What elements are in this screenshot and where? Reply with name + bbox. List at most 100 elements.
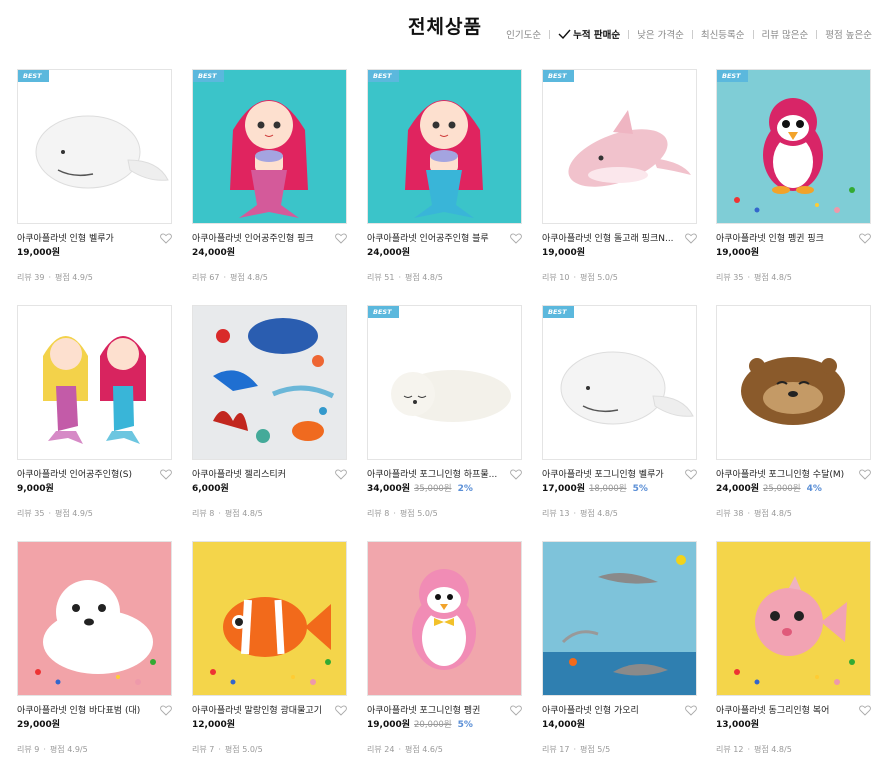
product-name[interactable]: 아쿠아플라넷 인형 가오리 xyxy=(542,705,678,717)
product-image[interactable] xyxy=(17,541,172,696)
heart-icon[interactable] xyxy=(859,233,871,244)
product-price: 19,000원 xyxy=(542,248,586,258)
heart-icon[interactable] xyxy=(685,233,697,244)
review-count: 9 xyxy=(34,745,40,754)
product-image[interactable] xyxy=(192,541,347,696)
heart-icon[interactable] xyxy=(685,469,697,480)
product-card[interactable]: BEST 아쿠아플라넷 인형 돌고래 핑크N... 19,000원리뷰 10 · 평점 … xyxy=(542,69,697,283)
review-count: 24 xyxy=(384,745,395,754)
product-card[interactable]: 아쿠아플라넷 인어공주인형(S) 9,000원 리뷰 35 · 평점 4.9/5 xyxy=(17,305,172,519)
best-badge: BEST xyxy=(193,70,224,82)
heart-icon[interactable] xyxy=(335,705,347,716)
sort-option[interactable]: 인기도순 xyxy=(506,27,541,41)
product-name[interactable]: 아쿠아플라넷 말랑인형 광대물고기 xyxy=(192,705,328,717)
product-name[interactable]: 아쿠아플라넷 인어공주인형 핑크 xyxy=(192,233,328,245)
price-row: 24,000원 25,000원 4% xyxy=(716,483,871,496)
product-image[interactable]: BEST xyxy=(192,69,347,224)
heart-icon[interactable] xyxy=(859,469,871,480)
heart-icon[interactable] xyxy=(160,705,172,716)
product-card[interactable]: BEST 아쿠아플라넷 인어공주인형 블루 24,000원 리뷰 51 · 평점 4.8/… xyxy=(367,69,522,283)
product-card[interactable]: 아쿠아플라넷 동그리인형 복어 13,000원 리뷰 12 · 평점 4.8/5 xyxy=(716,541,871,755)
price-row: 14,000원 xyxy=(542,719,697,732)
heart-icon[interactable] xyxy=(510,233,522,244)
heart-icon[interactable] xyxy=(335,469,347,480)
product-image[interactable]: BEST xyxy=(542,69,697,224)
product-card[interactable]: BEST 아쿠아플라넷 인형 벨루가 19,000원 리뷰 39 · 평점 4.9/5 xyxy=(17,69,172,283)
heart-icon[interactable] xyxy=(510,705,522,716)
review-count: 10 xyxy=(559,273,570,282)
product-image[interactable] xyxy=(192,305,347,460)
heart-icon[interactable] xyxy=(859,705,871,716)
product-image[interactable] xyxy=(716,305,871,460)
product-image[interactable]: BEST xyxy=(17,69,172,224)
sort-option[interactable]: 최신등록순 xyxy=(701,27,745,41)
product-card[interactable]: 아쿠아플라넷 포그니인형 펭귄 19,000원 20,000원 5% 리뷰 24 · 평점 … xyxy=(367,541,522,755)
product-card[interactable]: BEST 아쿠아플라넷 인형 펭귄 핑크 19,000원 리뷰 35 · 평점 4.8/5 xyxy=(716,69,871,283)
product-name[interactable]: 아쿠아플라넷 젤리스티커 xyxy=(192,469,328,481)
review-label: 리뷰 xyxy=(192,509,207,518)
product-image[interactable] xyxy=(542,541,697,696)
sort-divider xyxy=(816,29,818,39)
product-card[interactable]: 아쿠아플라넷 젤리스티커 6,000원 리뷰 8 · 평점 4.8/5 xyxy=(192,305,347,519)
product-image[interactable]: BEST xyxy=(542,305,697,460)
product-name[interactable]: 아쿠아플라넷 인어공주인형(S) xyxy=(17,469,153,481)
price-row: 34,000원 35,000원 2% xyxy=(367,483,522,496)
product-illustration xyxy=(543,542,696,695)
heart-icon[interactable] xyxy=(335,233,347,244)
heart-icon[interactable] xyxy=(685,705,697,716)
product-name[interactable]: 아쿠아플라넷 인형 벨루가 xyxy=(17,233,153,245)
rating-label: 평점 xyxy=(754,273,769,282)
heart-icon[interactable] xyxy=(160,233,172,244)
product-image[interactable]: BEST xyxy=(367,305,522,460)
product-card[interactable]: BEST 아쿠아플라넷 인어공주인형 핑크 24,000원 리뷰 67 · 평점 4.8/… xyxy=(192,69,347,283)
rating-value: 5.0/5 xyxy=(417,509,438,518)
product-name[interactable]: 아쿠아플라넷 인형 바다표범 (대) xyxy=(17,705,153,717)
product-image[interactable]: BEST xyxy=(367,69,522,224)
meta-separator: · xyxy=(48,509,52,518)
product-name[interactable]: 아쿠아플라넷 포그니인형 수달(M) xyxy=(716,469,852,481)
product-card[interactable]: BEST 아쿠아플라넷 포그니인형 하프물... 34,000원 35,000원 2% 리… xyxy=(367,305,522,519)
product-name[interactable]: 아쿠아플라넷 인형 펭귄 핑크 xyxy=(716,233,852,245)
sort-divider xyxy=(628,29,630,39)
sort-option[interactable]: 낮은 가격순 xyxy=(637,27,684,41)
discount-rate: 5% xyxy=(457,720,473,730)
sort-option[interactable]: 평점 높은순 xyxy=(825,27,872,41)
review-label: 리뷰 xyxy=(367,745,382,754)
product-name[interactable]: 아쿠아플라넷 포그니인형 벨루가 xyxy=(542,469,678,481)
review-count: 35 xyxy=(34,509,45,518)
product-name[interactable]: 아쿠아플라넷 포그니인형 펭귄 xyxy=(367,705,503,717)
review-label: 리뷰 xyxy=(542,273,557,282)
product-card[interactable]: 아쿠아플라넷 인형 바다표범 (대) 29,000원 리뷰 9 · 평점 4.9/5 xyxy=(17,541,172,755)
product-card[interactable]: BEST 아쿠아플라넷 포그니인형 벨루가 17,000원 18,000원 5% 리뷰 1… xyxy=(542,305,697,519)
product-name[interactable]: 아쿠아플라넷 포그니인형 하프물... xyxy=(367,469,503,481)
product-card[interactable]: 아쿠아플라넷 말랑인형 광대물고기 12,000원 리뷰 7 · 평점 5.0/5 xyxy=(192,541,347,755)
product-image[interactable]: BEST xyxy=(716,69,871,224)
product-name[interactable]: 아쿠아플라넷 동그리인형 복어 xyxy=(716,705,852,717)
review-meta: 리뷰 10 · 평점 5.0/5 xyxy=(542,272,697,283)
review-meta: 리뷰 17 · 평점 5/5 xyxy=(542,744,697,755)
review-count: 38 xyxy=(733,509,744,518)
product-image[interactable] xyxy=(716,541,871,696)
rating-value: 4.8/5 xyxy=(771,509,792,518)
product-illustration xyxy=(35,115,169,189)
review-count: 8 xyxy=(384,509,390,518)
product-card[interactable]: 아쿠아플라넷 인형 가오리 14,000원리뷰 17 · 평점 5/5 xyxy=(542,541,697,755)
product-price: 13,000원 xyxy=(716,720,760,730)
discount-rate: 4% xyxy=(806,484,822,494)
sort-option[interactable]: 리뷰 많은순 xyxy=(762,27,809,41)
meta-separator: · xyxy=(573,509,577,518)
rating-label: 평점 xyxy=(405,745,420,754)
rating-value: 4.9/5 xyxy=(67,745,88,754)
review-meta: 리뷰 13 · 평점 4.8/5 xyxy=(542,508,697,519)
product-image[interactable] xyxy=(367,541,522,696)
rating-label: 평점 xyxy=(580,273,595,282)
product-illustration xyxy=(734,98,855,213)
product-image[interactable] xyxy=(17,305,172,460)
heart-icon[interactable] xyxy=(510,469,522,480)
product-card[interactable]: 아쿠아플라넷 포그니인형 수달(M) 24,000원 25,000원 4% 리뷰 38 ·… xyxy=(716,305,871,519)
product-name[interactable]: 아쿠아플라넷 인어공주인형 블루 xyxy=(367,233,503,245)
product-name[interactable]: 아쿠아플라넷 인형 돌고래 핑크N... xyxy=(542,233,678,245)
sort-option[interactable]: 누적 판매순 xyxy=(558,27,620,41)
original-price: 20,000원 xyxy=(414,720,452,730)
heart-icon[interactable] xyxy=(160,469,172,480)
